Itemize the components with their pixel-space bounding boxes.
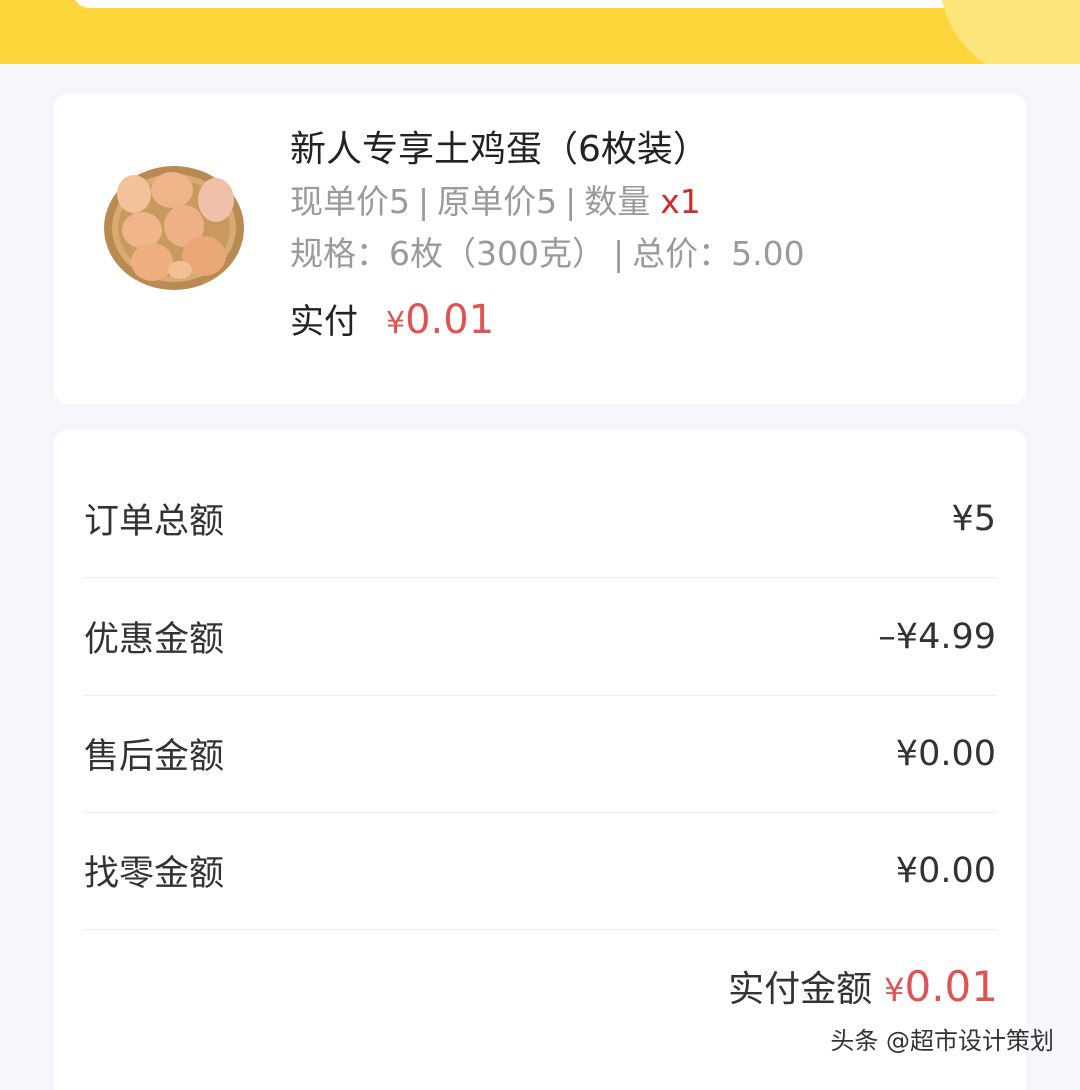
row-label: 优惠金额: [84, 620, 225, 660]
total-price-text: 总价：5.00: [632, 234, 805, 273]
paid-label: 实付: [290, 302, 358, 342]
product-card[interactable]: 新人专享土鸡蛋（6枚装） 现单价5 | 原单价5 | 数量 x1 规格：6枚（300克） |…: [54, 94, 1026, 404]
top-banner: [0, 0, 1080, 64]
banner-panel-edge: [72, 0, 1008, 8]
summary-row-discount: 优惠金额 –¥4.99: [84, 578, 996, 696]
summary-row-after-sales: 售后金额 ¥0.00: [84, 695, 996, 813]
total-label: 实付金额: [728, 969, 873, 1010]
product-info: 新人专享土鸡蛋（6枚装） 现单价5 | 原单价5 | 数量 x1 规格：6枚（300克） |…: [290, 124, 990, 343]
row-label: 找零金额: [84, 854, 225, 894]
watermark: 头条 @超市设计策划: [830, 1027, 1054, 1055]
currency-symbol: ¥: [386, 306, 406, 341]
paid-line: 实付 ¥0.01: [290, 294, 990, 343]
price-quantity-line: 现单价5 | 原单价5 | 数量 x1: [290, 176, 990, 228]
current-unit-price: 现单价5: [290, 182, 410, 221]
row-label: 售后金额: [84, 737, 225, 777]
separator: |: [565, 182, 577, 221]
spec-text: 规格：6枚（300克）: [290, 234, 605, 273]
row-value: ¥5: [951, 498, 996, 539]
quantity-label: 数量: [584, 182, 651, 221]
egg-basket-icon: [104, 166, 244, 290]
original-unit-price: 原单价5: [437, 182, 558, 221]
row-label: 订单总额: [84, 502, 225, 542]
banner-decoration: [940, 0, 1080, 64]
row-value: ¥0.00: [895, 850, 996, 891]
order-summary-card: 订单总额 ¥5 优惠金额 –¥4.99 售后金额 ¥0.00 找零金额 ¥0.0…: [54, 430, 1026, 1090]
paid-price: ¥0.01: [386, 297, 494, 343]
product-title: 新人专享土鸡蛋（6枚装）: [290, 129, 709, 170]
separator: |: [612, 234, 625, 273]
total-amount: 0.01: [904, 962, 998, 1011]
currency-symbol: ¥: [884, 971, 905, 1009]
spec-total-line: 规格：6枚（300克） | 总价：5.00: [290, 228, 990, 280]
row-value: –¥4.99: [878, 616, 996, 657]
row-value: ¥0.00: [895, 733, 996, 774]
total-price: ¥0.01: [884, 962, 998, 1011]
quantity-value: x1: [660, 182, 701, 221]
separator: |: [418, 182, 430, 221]
paid-amount: 0.01: [405, 297, 495, 343]
actual-paid-total: 实付金额 ¥0.01: [728, 960, 998, 1012]
summary-row-change: 找零金额 ¥0.00: [84, 812, 996, 930]
summary-row-order-total: 订单总额 ¥5: [84, 460, 996, 578]
